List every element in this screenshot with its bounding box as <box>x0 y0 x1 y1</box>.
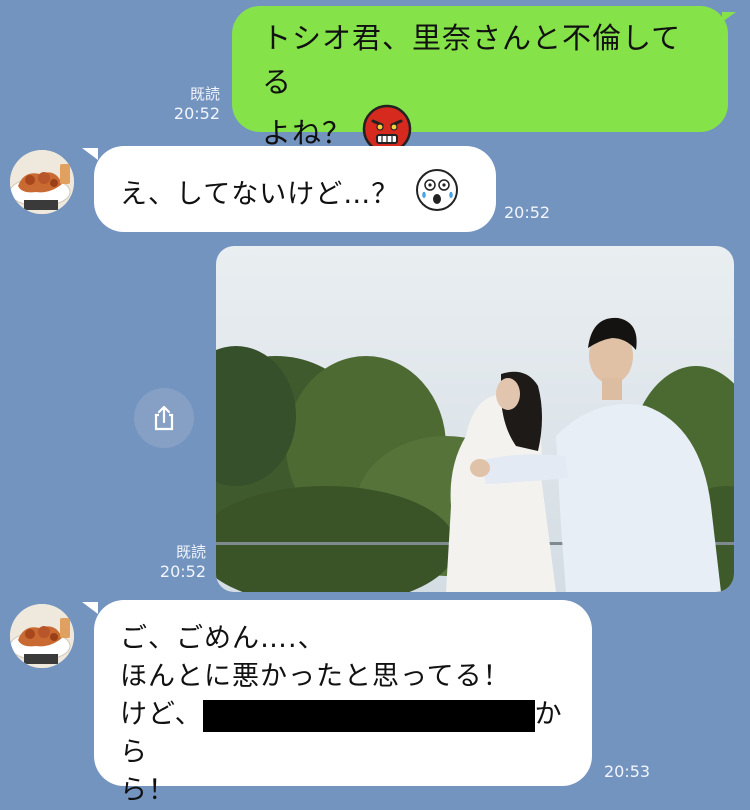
redaction-bar <box>202 699 535 732</box>
message-text-line: トシオ君、里奈さんと不倫してる <box>262 21 682 99</box>
message-text-line: ご、ごめん….、 <box>120 623 326 654</box>
shocked-face-emoji-icon <box>415 168 459 223</box>
couple-outdoors-photo[interactable] <box>216 246 734 592</box>
read-receipt: 既読 <box>189 85 220 103</box>
message-bubble-outgoing[interactable]: トシオ君、里奈さんと不倫してる よね？ <box>232 6 728 154</box>
message-text-line: けど、 <box>120 699 203 730</box>
bubble-tail <box>82 148 98 160</box>
message-text-line: ほんとに悪かったと思ってる！ <box>120 661 511 692</box>
message-4-meta: 20:53 <box>604 762 650 782</box>
message-text-line: よね？ <box>262 116 353 150</box>
bubble-tail <box>82 602 98 614</box>
avatar[interactable] <box>10 604 74 668</box>
message-1-meta: 既読 20:52 <box>168 84 220 124</box>
timestamp: 20:52 <box>159 562 206 581</box>
message-2-meta: 20:52 <box>504 203 550 223</box>
message-text-line: ら！ <box>120 775 176 806</box>
read-receipt: 既読 <box>175 543 206 561</box>
timestamp: 20:52 <box>173 104 220 123</box>
avatar[interactable] <box>10 150 74 214</box>
message-bubble-incoming[interactable]: ご、ごめん….、 ほんとに悪かったと思ってる！ けど、 から ら！ <box>94 600 592 806</box>
message-3-meta: 既読 20:52 <box>152 542 206 582</box>
chat-screen: { "theme": { "background": "#7494c0", "o… <box>0 0 750 806</box>
message-bubble-incoming[interactable]: え、してないけど…？ <box>94 146 496 232</box>
message-text: え、してないけど…？ <box>120 179 400 210</box>
timestamp: 20:52 <box>504 203 551 222</box>
share-icon <box>154 405 174 431</box>
timestamp: 20:53 <box>604 762 651 781</box>
share-button[interactable] <box>134 388 194 448</box>
